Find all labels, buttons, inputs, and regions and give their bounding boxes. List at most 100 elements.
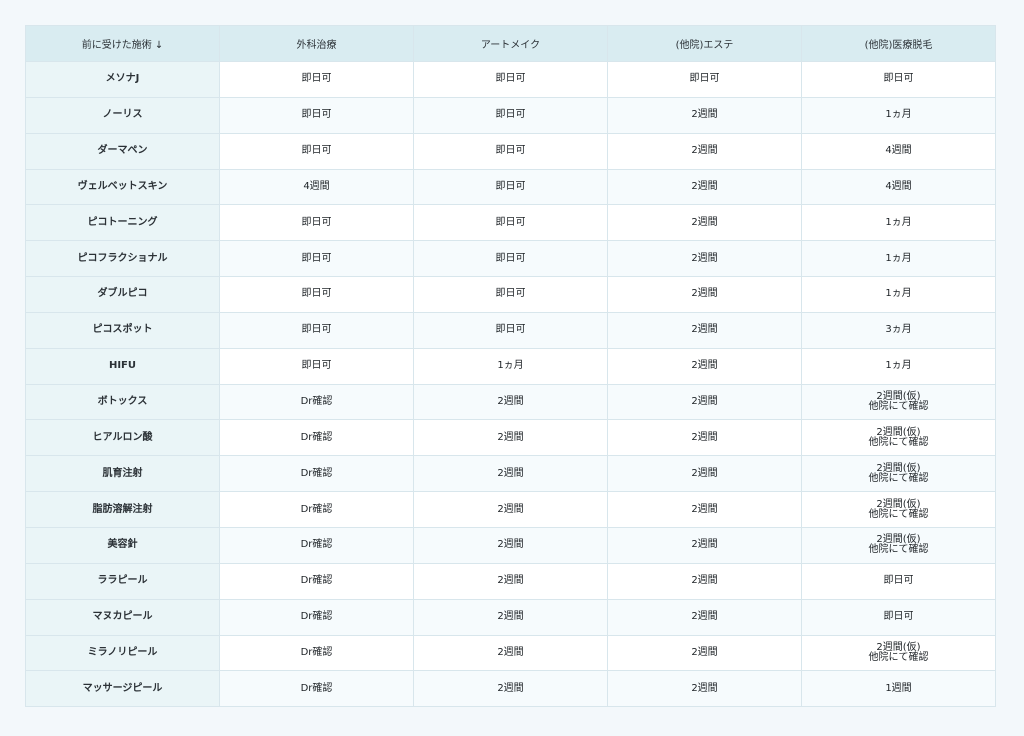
cell-text: 2週間 <box>691 360 718 372</box>
table-row: 脂肪溶解注射 Dr確認 2週間 2週間 2週間(仮) 他院にて確認 <box>25 491 996 528</box>
table-row: ボトックス Dr確認 2週間 2週間 2週間(仮) 他院にて確認 <box>25 383 996 421</box>
cell-text: 4週間 <box>885 180 912 192</box>
cell-text: 他院にて確認 <box>868 436 929 448</box>
row-treatment-label: ダブルピコ <box>25 276 220 313</box>
table-cell: 即日可 <box>219 132 414 170</box>
header-row: 前に受けた施術 ↓ 外科治療 アートメイク (他院)エステ (他院)医療脱毛 <box>25 25 996 62</box>
table-row: マッサージピール Dr確認 2週間 2週間 1週間 <box>25 670 996 708</box>
cell-text: 即日可 <box>301 216 332 228</box>
cell-text: 1ヵ月 <box>885 109 912 121</box>
table-cell: 即日可 <box>219 311 414 349</box>
cell-text: 2週間 <box>691 145 718 157</box>
cell-text: 即日可 <box>689 73 720 85</box>
cell-text: 2週間 <box>497 611 524 623</box>
header-surgery: 外科治療 <box>219 25 414 62</box>
table-cell: 2週間 <box>607 383 802 421</box>
table-cell: 即日可 <box>801 61 996 98</box>
cell-text: Dr確認 <box>300 503 333 515</box>
table-row: ミラノリピール Dr確認 2週間 2週間 2週間(仮) 他院にて確認 <box>25 634 996 672</box>
table-cell: Dr確認 <box>219 526 414 564</box>
cell-text: 2週間 <box>691 575 718 587</box>
table-row: ピコスポット 即日可 即日可 2週間 3ヵ月 <box>25 311 996 349</box>
cell-text: 即日可 <box>301 252 332 264</box>
table-cell: 2週間 <box>413 526 608 564</box>
table-cell: 即日可 <box>219 347 414 385</box>
cell-text: 即日可 <box>301 109 332 121</box>
cell-text: 即日可 <box>495 324 526 336</box>
row-treatment-label: ミラノリピール <box>25 634 220 672</box>
cell-text: 他院にて確認 <box>868 508 929 520</box>
table-cell: 即日可 <box>219 240 414 278</box>
table-cell: Dr確認 <box>219 634 414 672</box>
table-cell: 2週間 <box>607 347 802 385</box>
table-row: ヒアルロン酸 Dr確認 2週間 2週間 2週間(仮) 他院にて確認 <box>25 419 996 457</box>
table-cell: 2週間 <box>607 634 802 672</box>
table-cell: 即日可 <box>219 61 414 98</box>
cell-text: 3ヵ月 <box>885 324 912 336</box>
table-cell: 2週間(仮) 他院にて確認 <box>801 383 996 421</box>
table-cell: 即日可 <box>801 562 996 600</box>
cell-text: 即日可 <box>495 180 526 192</box>
table-cell: 2週間 <box>413 670 608 708</box>
table-cell: 即日可 <box>219 276 414 313</box>
cell-text: Dr確認 <box>300 467 333 479</box>
table-cell: 2週間 <box>607 562 802 600</box>
table-cell: 2週間 <box>607 311 802 349</box>
table-cell: 即日可 <box>413 132 608 170</box>
row-treatment-label: ララピール <box>25 562 220 600</box>
header-previous-treatment[interactable]: 前に受けた施術 ↓ <box>25 25 220 62</box>
table-cell: Dr確認 <box>219 383 414 421</box>
table-row: 肌育注射 Dr確認 2週間 2週間 2週間(仮) 他院にて確認 <box>25 455 996 493</box>
cell-text: Dr確認 <box>300 431 333 443</box>
cell-text: 即日可 <box>301 324 332 336</box>
cell-text: 他院にて確認 <box>868 401 929 413</box>
table-cell: 2週間 <box>607 96 802 134</box>
table-cell: 2週間 <box>607 276 802 313</box>
cell-text: 2週間 <box>691 288 718 300</box>
table-cell: 2週間(仮) 他院にて確認 <box>801 491 996 528</box>
table-row: ダーマペン 即日可 即日可 2週間 4週間 <box>25 132 996 170</box>
cell-text: 2週間 <box>691 396 718 408</box>
cell-text: 2週間 <box>497 467 524 479</box>
table-cell: 即日可 <box>413 96 608 134</box>
cell-text: 2週間 <box>497 396 524 408</box>
table-cell: 2週間(仮) 他院にて確認 <box>801 419 996 457</box>
table-cell: 4週間 <box>801 168 996 206</box>
table-row: ララピール Dr確認 2週間 2週間 即日可 <box>25 562 996 600</box>
row-treatment-label: マヌカピール <box>25 598 220 636</box>
cell-text: 4週間 <box>303 180 330 192</box>
cell-text: Dr確認 <box>300 539 333 551</box>
row-treatment-label: 肌育注射 <box>25 455 220 493</box>
header-art-make: アートメイク <box>413 25 608 62</box>
table-cell: 即日可 <box>413 311 608 349</box>
cell-text: 2週間 <box>497 539 524 551</box>
table-row: 美容針 Dr確認 2週間 2週間 2週間(仮) 他院にて確認 <box>25 526 996 564</box>
cell-text: 1ヵ月 <box>885 216 912 228</box>
table-cell: 4週間 <box>801 132 996 170</box>
table-cell: Dr確認 <box>219 419 414 457</box>
table-cell: 1ヵ月 <box>413 347 608 385</box>
table-cell: Dr確認 <box>219 562 414 600</box>
cell-text: 即日可 <box>301 288 332 300</box>
row-treatment-label: 美容針 <box>25 526 220 564</box>
cell-text: 即日可 <box>495 288 526 300</box>
cell-text: 他院にて確認 <box>868 651 929 663</box>
table-cell: 2週間 <box>607 240 802 278</box>
table-cell: 即日可 <box>607 61 802 98</box>
table-body: メソナJ 即日可 即日可 即日可 即日可 ノーリス 即日可 即日可 2週間 1ヵ月 ダーマペン 即日可… <box>25 61 996 708</box>
table-cell: 2週間 <box>607 168 802 206</box>
table-cell: 即日可 <box>219 96 414 134</box>
cell-text: 2週間 <box>497 646 524 658</box>
table-cell: 2週間 <box>413 455 608 493</box>
cell-text: 2週間 <box>497 503 524 515</box>
table-cell: 2週間 <box>607 670 802 708</box>
cell-text: 即日可 <box>883 73 914 85</box>
cell-text: 即日可 <box>301 73 332 85</box>
cell-text: 2週間 <box>691 539 718 551</box>
table-cell: Dr確認 <box>219 491 414 528</box>
table-cell: Dr確認 <box>219 455 414 493</box>
table-cell: 即日可 <box>413 276 608 313</box>
table-cell: 2週間 <box>607 419 802 457</box>
cell-text: 2週間 <box>497 431 524 443</box>
table-cell: 2週間 <box>413 598 608 636</box>
